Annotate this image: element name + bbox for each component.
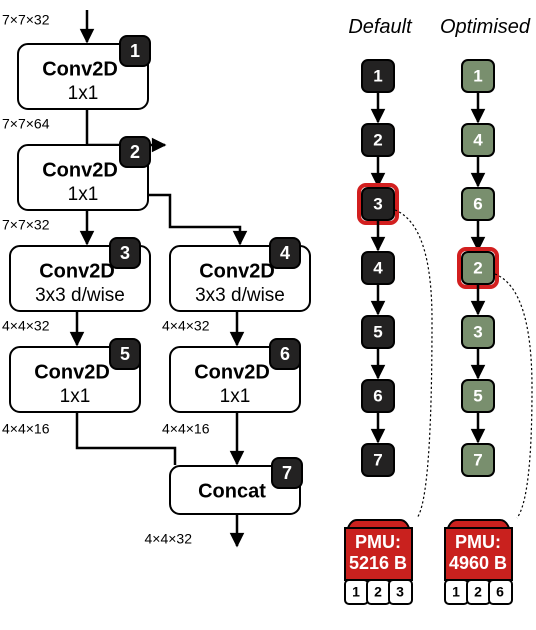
shape-7: 4×4×32 [145,531,193,547]
svg-text:7: 7 [373,450,382,469]
shape-3: 4×4×32 [2,318,50,334]
svg-text:7: 7 [282,463,292,483]
svg-text:6: 6 [373,386,382,405]
default-column: Default 1234567 PMU: 5216 B 1 2 3 [345,16,432,604]
svg-text:1x1: 1x1 [68,83,99,104]
op-4: 4 Conv2D 3x3 d/wise [170,238,310,311]
svg-text:7: 7 [473,450,482,469]
svg-text:Conv2D: Conv2D [42,159,118,181]
svg-text:Default: Default [348,16,413,38]
svg-text:6: 6 [473,194,482,213]
svg-text:3: 3 [473,322,482,341]
svg-text:Conv2D: Conv2D [39,260,115,282]
svg-text:1: 1 [352,584,360,600]
svg-text:1x1: 1x1 [60,386,91,407]
svg-text:5: 5 [473,386,482,405]
svg-text:Conv2D: Conv2D [34,361,110,383]
svg-text:3: 3 [373,194,382,213]
shape-4: 4×4×32 [162,318,210,334]
svg-text:Optimised: Optimised [440,16,531,38]
svg-text:6: 6 [496,584,504,600]
input-shape: 7×7×32 [2,12,50,28]
svg-text:Concat: Concat [198,480,266,502]
svg-text:5: 5 [373,322,382,341]
svg-text:3x3 d/wise: 3x3 d/wise [35,285,125,306]
svg-text:6: 6 [280,344,290,364]
svg-text:1x1: 1x1 [220,386,251,407]
shape-2: 7×7×32 [2,217,50,233]
op-3: 3 Conv2D 3x3 d/wise [10,238,150,311]
svg-text:Conv2D: Conv2D [199,260,275,282]
default-pmu: PMU: 5216 B 1 2 3 [345,520,412,604]
svg-text:PMU:: PMU: [355,532,401,552]
svg-text:4: 4 [280,243,290,263]
op-6: 6 Conv2D 1x1 [170,339,300,412]
optimised-chain: 1 4 6 2 3 5 7 [459,60,497,476]
svg-text:3x3 d/wise: 3x3 d/wise [195,285,285,306]
shape-6: 4×4×16 [162,421,210,437]
op-7: 7 Concat [170,458,302,514]
svg-text:4: 4 [473,130,483,149]
svg-text:Conv2D: Conv2D [194,361,270,383]
shape-1: 7×7×64 [2,116,50,132]
svg-text:1: 1 [373,66,382,85]
svg-text:4: 4 [373,258,383,277]
svg-text:3: 3 [120,243,130,263]
svg-text:2: 2 [373,130,382,149]
compute-graph: 7×7×32 1 Conv2D 1x1 7×7×64 2 Conv2D 1x1 … [2,10,310,547]
op-1: 1 Conv2D 1x1 [18,36,150,109]
op-5: 5 Conv2D 1x1 [10,339,140,412]
svg-text:2: 2 [473,258,482,277]
default-tensors: 1 2 3 [345,580,412,604]
svg-text:Conv2D: Conv2D [42,58,118,80]
op-2: 2 Conv2D 1x1 [18,137,150,210]
svg-text:2: 2 [474,584,482,600]
svg-text:2: 2 [130,142,140,162]
svg-text:1x1: 1x1 [68,184,99,205]
shape-5: 4×4×16 [2,421,50,437]
optimised-pmu: PMU: 4960 B 1 2 6 [445,520,512,604]
svg-text:2: 2 [374,584,382,600]
diagram-root: 7×7×32 1 Conv2D 1x1 7×7×64 2 Conv2D 1x1 … [0,0,536,630]
svg-text:3: 3 [396,584,404,600]
svg-text:1: 1 [452,584,460,600]
svg-text:5216 B: 5216 B [349,553,407,573]
default-chain: 1 2 3 4 5 6 7 [359,60,397,476]
svg-text:PMU:: PMU: [455,532,501,552]
svg-text:1: 1 [473,66,482,85]
optimised-column: Optimised 1462357 PMU: 4960 B 1 2 6 [440,16,532,604]
svg-text:1: 1 [130,41,140,61]
svg-text:4960 B: 4960 B [449,553,507,573]
svg-text:5: 5 [120,344,130,364]
optimised-tensors: 1 2 6 [445,580,512,604]
